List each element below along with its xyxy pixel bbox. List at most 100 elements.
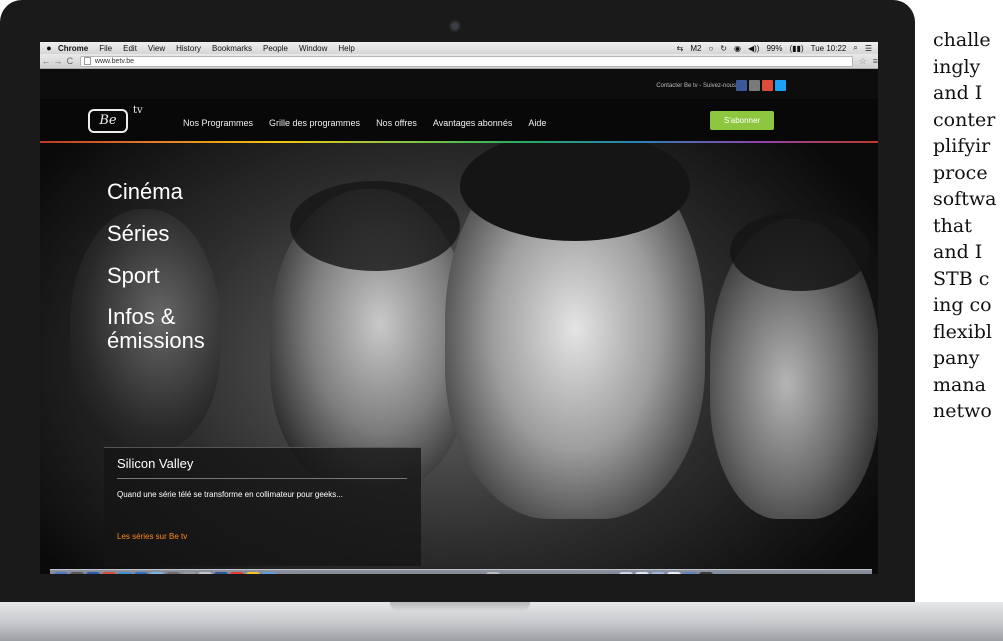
dock-app-icon[interactable] <box>182 572 196 574</box>
dock-missing-app-icon[interactable]: ? <box>317 572 328 574</box>
dock-missing-app-icon[interactable]: ? <box>304 572 315 574</box>
site-main-nav: Be tv Nos Programmes Grille des programm… <box>40 99 878 141</box>
menu-history[interactable]: History <box>176 44 201 53</box>
category-cinema[interactable]: Cinéma <box>107 171 267 213</box>
spotlight-icon[interactable]: ⌕ <box>853 43 857 53</box>
dock-missing-app-icon[interactable]: ? <box>606 572 617 574</box>
dock-missing-app-icon[interactable]: ? <box>291 572 302 574</box>
dock-app-icon[interactable] <box>150 572 164 574</box>
category-infos[interactable]: Infos & émissions <box>107 297 267 353</box>
menu-file[interactable]: File <box>99 44 112 53</box>
dock-missing-app-icon[interactable]: ? <box>447 572 458 574</box>
dock-missing-app-icon[interactable]: ? <box>528 572 539 574</box>
sync-icon[interactable]: ⇆ <box>677 44 684 53</box>
battery-icon[interactable]: (▮▮) <box>789 44 803 53</box>
battery-percent[interactable]: 99% <box>766 44 782 53</box>
dock-app-icon[interactable] <box>118 572 132 574</box>
dock-app-icon[interactable] <box>214 572 228 574</box>
dock-app-icon[interactable] <box>619 572 633 574</box>
show-title: Silicon Valley <box>117 456 194 471</box>
dock-missing-app-icon[interactable]: ? <box>395 572 406 574</box>
category-series[interactable]: Séries <box>107 213 267 255</box>
dock-app-icon[interactable] <box>102 572 116 574</box>
dock-app-icon[interactable] <box>262 572 276 574</box>
category-sport[interactable]: Sport <box>107 255 267 297</box>
twitter-icon[interactable] <box>775 80 786 91</box>
dock-missing-app-icon[interactable]: ? <box>382 572 393 574</box>
dock-app-icon[interactable] <box>683 572 697 574</box>
dock-missing-app-icon[interactable]: ? <box>434 572 445 574</box>
dock-missing-app-icon[interactable]: ? <box>460 572 471 574</box>
menu-bookmarks[interactable]: Bookmarks <box>212 44 252 53</box>
menu-people[interactable]: People <box>263 44 288 53</box>
subscribe-button[interactable]: S'abonner <box>710 111 774 130</box>
dock-missing-app-icon[interactable]: ? <box>580 572 591 574</box>
volume-icon[interactable]: ◀)) <box>748 44 759 53</box>
apple-menu-icon[interactable]: ● <box>40 43 58 53</box>
dock-missing-app-icon[interactable]: ? <box>408 572 419 574</box>
chrome-menu-icon[interactable]: ≡ <box>873 56 878 66</box>
contact-link[interactable]: Contacter Be tv - Suivez-nous <box>656 83 736 89</box>
doc-line: plifyir <box>933 135 991 157</box>
youtube-icon[interactable] <box>749 80 760 91</box>
dock-missing-app-icon[interactable]: ? <box>356 572 367 574</box>
menu-help[interactable]: Help <box>338 44 354 53</box>
dock-missing-app-icon[interactable]: ? <box>593 572 604 574</box>
featured-show-card[interactable]: Silicon Valley Quand une série télé se t… <box>104 447 421 566</box>
hero-hair-2 <box>290 181 460 271</box>
series-link[interactable]: Les séries sur Be tv <box>117 532 187 541</box>
google-plus-icon[interactable] <box>762 80 773 91</box>
doc-line: STB c <box>933 267 990 290</box>
time-machine-icon[interactable]: ↻ <box>720 44 727 53</box>
dock-missing-app-icon[interactable]: ? <box>502 572 513 574</box>
dock-app-icon[interactable] <box>230 572 244 574</box>
logo-tv-label: tv <box>133 105 143 116</box>
dock-missing-app-icon[interactable]: ? <box>541 572 552 574</box>
dock-app-icon[interactable] <box>246 572 260 574</box>
mail-status[interactable]: M2 <box>690 44 701 53</box>
nav-avantages[interactable]: Avantages abonnés <box>433 118 512 128</box>
dock-missing-app-icon[interactable]: ? <box>567 572 578 574</box>
bookmark-star-icon[interactable]: ☆ <box>859 56 867 67</box>
dock-missing-app-icon[interactable]: ? <box>343 572 354 574</box>
menu-chrome[interactable]: Chrome <box>58 44 88 53</box>
dock-app-icon[interactable] <box>70 572 84 574</box>
nav-grille[interactable]: Grille des programmes <box>269 118 360 128</box>
dock-missing-app-icon[interactable]: ? <box>473 572 484 574</box>
facebook-icon[interactable] <box>736 80 747 91</box>
dock-app-icon[interactable] <box>635 572 649 574</box>
address-bar[interactable]: www.betv.be <box>79 55 853 67</box>
browser-toolbar: ← → C www.betv.be ☆ ≡ <box>40 54 878 69</box>
dock-app-icon[interactable] <box>134 572 148 574</box>
clock[interactable]: Tue 10:22 <box>811 44 847 53</box>
nav-offres[interactable]: Nos offres <box>376 118 417 128</box>
dock-app-icon[interactable] <box>166 572 180 574</box>
dock-missing-app-icon[interactable]: ? <box>515 572 526 574</box>
circle-icon[interactable]: ○ <box>708 44 713 53</box>
dock-app-icon[interactable] <box>651 572 665 574</box>
dock-app-icon[interactable] <box>54 572 68 574</box>
wifi-icon[interactable]: ◉ <box>734 44 741 53</box>
dock-app-icon[interactable] <box>667 572 681 574</box>
dock-app-icon[interactable] <box>699 572 713 574</box>
dock-app-icon[interactable] <box>486 572 500 574</box>
dock-app-icon[interactable] <box>198 572 212 574</box>
dock-missing-app-icon[interactable]: ? <box>554 572 565 574</box>
dock-missing-app-icon[interactable]: ? <box>278 572 289 574</box>
dock-app-icon[interactable] <box>86 572 100 574</box>
betv-logo[interactable]: Be <box>88 109 128 133</box>
menu-window[interactable]: Window <box>299 44 327 53</box>
nav-aide[interactable]: Aide <box>528 118 546 128</box>
reload-button[interactable]: C <box>64 56 76 66</box>
dock-app-icon[interactable] <box>715 572 729 574</box>
menu-view[interactable]: View <box>148 44 165 53</box>
doc-line: flexibl <box>933 320 992 343</box>
dock-missing-app-icon[interactable]: ? <box>421 572 432 574</box>
back-button[interactable]: ← <box>40 56 52 66</box>
nav-programmes[interactable]: Nos Programmes <box>183 118 253 128</box>
forward-button[interactable]: → <box>52 56 64 66</box>
menu-edit[interactable]: Edit <box>123 44 137 53</box>
dock-missing-app-icon[interactable]: ? <box>330 572 341 574</box>
notifications-icon[interactable]: ☰ <box>865 44 872 53</box>
dock-missing-app-icon[interactable]: ? <box>369 572 380 574</box>
